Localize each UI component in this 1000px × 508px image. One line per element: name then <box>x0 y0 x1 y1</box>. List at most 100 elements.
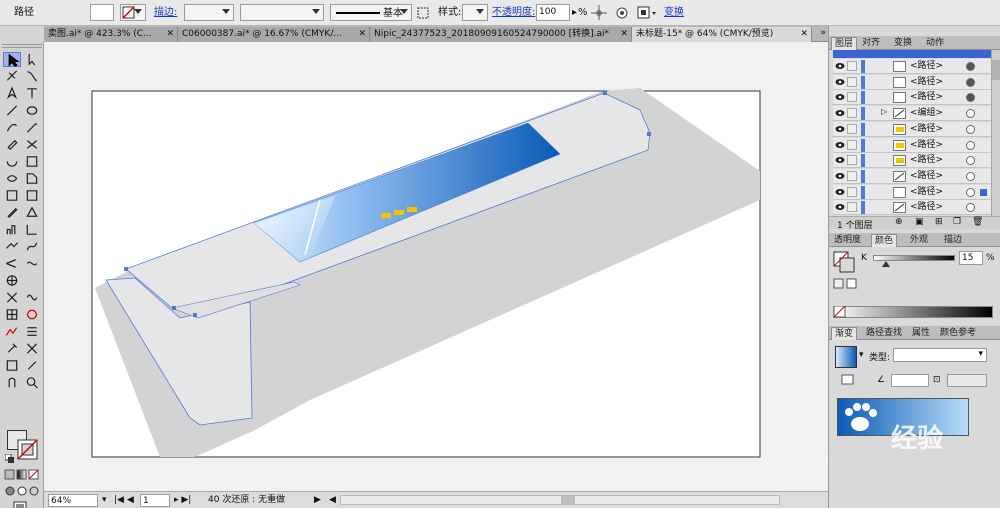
target-circle-icon[interactable] <box>966 77 975 87</box>
tool-button[interactable] <box>23 307 41 322</box>
doc-tab[interactable]: 卖图.ai* @ 423.3% (C... ✕ <box>44 27 178 42</box>
stroke-weight-dropdown[interactable] <box>184 4 234 21</box>
close-icon[interactable]: ✕ <box>620 27 628 41</box>
panel-grip[interactable] <box>2 44 42 48</box>
tool-button[interactable] <box>3 103 21 118</box>
isolate-group-icon[interactable] <box>614 4 630 21</box>
graphic-style-dropdown[interactable] <box>462 4 488 21</box>
tool-button[interactable] <box>3 222 21 237</box>
tool-button[interactable] <box>23 103 41 118</box>
target-circle-icon[interactable] <box>966 203 975 213</box>
screen-mode-icon[interactable] <box>12 500 30 508</box>
tool-button[interactable] <box>3 69 21 84</box>
recolor-artwork-icon[interactable] <box>590 4 610 21</box>
opacity-field[interactable]: 100 <box>536 4 570 21</box>
expand-arrow-icon[interactable]: ▷ <box>881 107 887 116</box>
stroke-color-swatch[interactable] <box>120 4 146 21</box>
visibility-eye-icon[interactable] <box>835 172 845 180</box>
clipping-mask-icon[interactable]: ▣ <box>915 217 924 227</box>
tool-button[interactable] <box>23 222 41 237</box>
lock-toggle[interactable] <box>847 76 857 87</box>
target-circle-icon[interactable] <box>966 187 975 197</box>
tool-button[interactable] <box>3 120 21 135</box>
lock-toggle[interactable] <box>847 155 857 166</box>
aspect-ratio-field[interactable] <box>947 374 987 387</box>
tool-button[interactable] <box>3 358 21 373</box>
tab-pathfinder[interactable]: 路径查找 <box>863 327 905 340</box>
locate-object-icon[interactable]: ⊕ <box>895 217 903 227</box>
tab-stroke[interactable]: 描边 <box>941 234 965 247</box>
target-circle-icon[interactable] <box>966 109 975 119</box>
zoom-chevron-icon[interactable]: ▾ <box>102 494 107 507</box>
default-colors-icon[interactable] <box>5 454 15 464</box>
status-menu-icon[interactable]: ▶ <box>314 494 321 507</box>
tool-button[interactable] <box>3 154 21 169</box>
new-sublayer-icon[interactable]: ⊞ <box>935 217 943 227</box>
zoom-dropdown[interactable]: 64% <box>48 494 98 507</box>
lock-toggle[interactable] <box>847 123 857 134</box>
tool-button[interactable] <box>23 171 41 186</box>
tool-button[interactable] <box>3 239 21 254</box>
stroke-gradient-icon[interactable] <box>841 374 855 386</box>
lock-toggle[interactable] <box>847 202 857 213</box>
tab-attributes[interactable]: 属性 <box>909 327 933 340</box>
tool-button[interactable] <box>3 290 21 305</box>
trash-icon[interactable]: 🗑 <box>972 217 983 227</box>
opacity-arrow-icon[interactable]: ▸ <box>572 4 577 21</box>
tool-button[interactable] <box>23 69 41 84</box>
tool-button[interactable] <box>23 290 41 305</box>
layer-row[interactable]: <路径> <box>833 90 991 106</box>
scrollbar-thumb[interactable] <box>561 496 575 504</box>
tool-button[interactable] <box>23 205 41 220</box>
doc-tab[interactable]: Nipic_24377523_20180909160524790000 [转换]… <box>370 27 632 42</box>
tool-button[interactable] <box>3 273 21 288</box>
variable-width-dropdown[interactable] <box>240 4 324 21</box>
tool-button[interactable] <box>3 52 21 67</box>
lock-toggle[interactable] <box>847 61 857 71</box>
target-circle-icon[interactable] <box>966 93 975 103</box>
new-layer-icon[interactable]: ❐ <box>953 217 961 227</box>
tool-button[interactable] <box>3 86 21 101</box>
tab-color[interactable]: 颜色 <box>871 234 898 247</box>
tab-gradient[interactable]: 渐变 <box>831 327 858 340</box>
tab-appearance[interactable]: 外观 <box>907 234 931 247</box>
tab-layers[interactable]: 图层 <box>831 37 858 50</box>
tabs-overflow-icon[interactable]: » <box>820 26 826 41</box>
layer-row[interactable]: <路径> <box>833 168 991 184</box>
color-mode-buttons[interactable] <box>4 469 40 481</box>
brush-definition-dropdown[interactable]: 基本 <box>330 4 412 21</box>
tool-button[interactable] <box>23 120 41 135</box>
tool-button[interactable] <box>23 188 41 203</box>
opacity-link[interactable]: 不透明度: <box>492 4 535 21</box>
close-icon[interactable]: ✕ <box>800 27 808 41</box>
color-fill-stroke-icon[interactable] <box>833 251 857 275</box>
doc-tab-active[interactable]: 未标题-15* @ 64% (CMYK/预览) ✕ <box>632 27 812 42</box>
doc-tab[interactable]: C06000387.ai* @ 16.67% (CMYK/... ✕ <box>178 27 370 42</box>
drawing-mode-buttons[interactable] <box>4 485 40 497</box>
stroke-link[interactable]: 描边: <box>154 4 177 21</box>
style-options-icon[interactable] <box>416 4 430 21</box>
tool-button[interactable] <box>23 52 41 67</box>
align-to-icon[interactable] <box>636 4 658 21</box>
tab-transform[interactable]: 变换 <box>891 37 915 50</box>
color-ramp[interactable] <box>833 306 993 318</box>
tool-button[interactable] <box>23 239 41 254</box>
tab-align[interactable]: 对齐 <box>859 37 883 50</box>
tool-button[interactable] <box>3 324 21 339</box>
layer-row[interactable]: ▷ <编组> <box>833 106 991 122</box>
visibility-eye-icon[interactable] <box>835 93 845 101</box>
gradient-type-dropdown[interactable]: ▾ <box>893 348 987 362</box>
transform-link[interactable]: 变换 <box>664 4 684 21</box>
target-circle-icon[interactable] <box>966 124 975 134</box>
target-circle-icon[interactable] <box>966 171 975 181</box>
next-artboard-button[interactable]: ▸ ▶| <box>174 494 191 507</box>
close-icon[interactable]: ✕ <box>358 27 366 41</box>
visibility-eye-icon[interactable] <box>835 156 845 164</box>
tool-button[interactable] <box>3 375 21 390</box>
target-circle-icon[interactable] <box>966 140 975 150</box>
tab-transparency[interactable]: 透明度 <box>831 234 864 247</box>
stroke-swatch[interactable] <box>17 439 39 461</box>
first-artboard-button[interactable]: |◀ ◀ <box>114 494 134 507</box>
close-icon[interactable]: ✕ <box>166 27 174 41</box>
tool-button[interactable] <box>3 256 21 271</box>
